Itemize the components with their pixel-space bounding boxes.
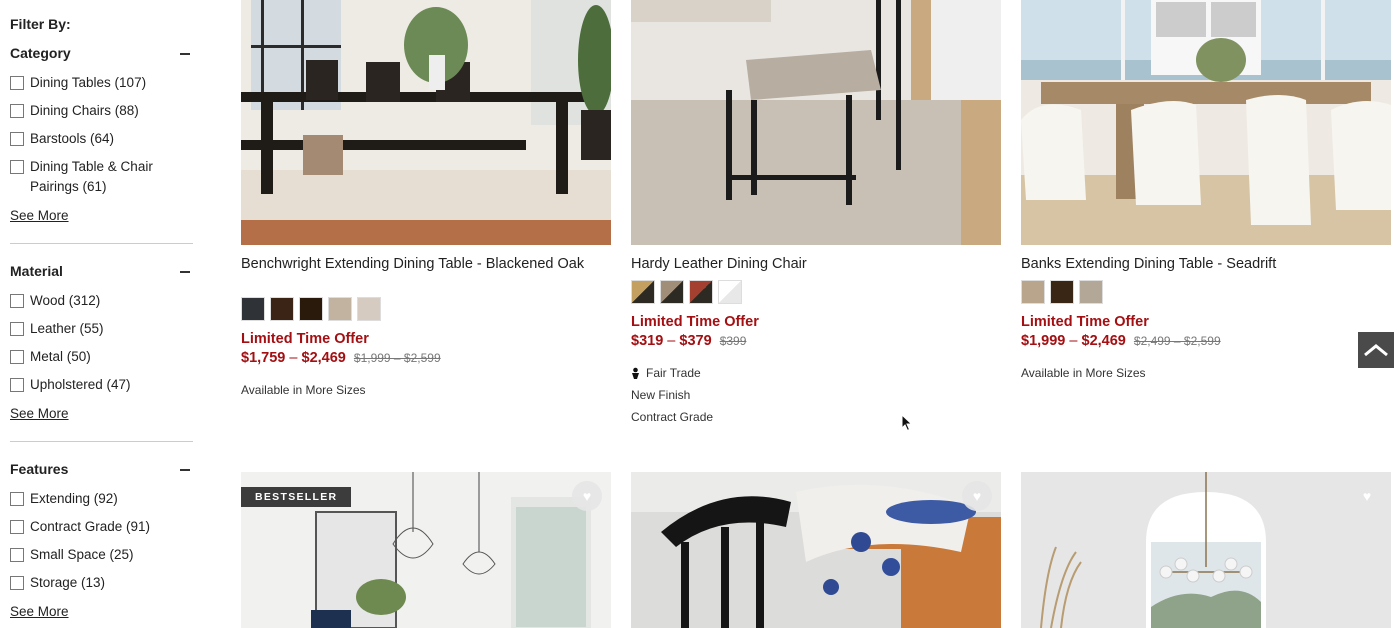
price-high: $2,469 [301, 350, 346, 366]
filter-option-upholstered[interactable]: Upholstered (47) [10, 377, 131, 395]
price-high: $379 [679, 333, 712, 349]
price-range: $1,999 – $2,469 $2,499 – $2,599 [1021, 333, 1221, 349]
feature-note: New Finish [631, 388, 691, 402]
checkbox[interactable] [10, 378, 24, 392]
material-section-title[interactable]: Material [10, 263, 63, 279]
product-name[interactable]: Benchwright Extending Dining Table - Bla… [241, 256, 606, 273]
product-image-chandelier[interactable]: ♥ [1021, 472, 1391, 628]
price-high: $2,469 [1081, 333, 1126, 349]
color-swatch[interactable] [328, 297, 352, 321]
bestseller-badge: BESTSELLER [241, 487, 352, 507]
price-range: $1,759 – $2,469 $1,999 – $2,599 [241, 350, 441, 366]
color-swatch[interactable] [660, 280, 684, 304]
checkbox[interactable] [10, 76, 24, 90]
checkbox[interactable] [10, 160, 24, 174]
price-separator: – [1069, 333, 1078, 349]
fair-trade-icon [631, 367, 640, 380]
features-collapse-icon[interactable] [178, 463, 192, 477]
original-price: $399 [719, 334, 747, 348]
original-price: $1,999 – $2,599 [353, 351, 441, 365]
color-swatch[interactable] [689, 280, 713, 304]
filter-sidebar: Filter By: Category Dining Tables (107) … [0, 0, 210, 628]
limited-time-offer: Limited Time Offer [1021, 314, 1149, 330]
checkbox[interactable] [10, 294, 24, 308]
color-swatch[interactable] [241, 297, 265, 321]
filter-option-dining-chairs[interactable]: Dining Chairs (88) [10, 103, 139, 121]
swatch-row [1021, 280, 1103, 304]
swatch-row [241, 297, 381, 321]
back-to-top-button[interactable] [1358, 332, 1394, 368]
heart-icon[interactable]: ♥ [1352, 481, 1382, 511]
filter-option-extending[interactable]: Extending (92) [10, 491, 118, 509]
product-image-benchwright-table[interactable] [241, 0, 611, 245]
price-low: $1,759 [241, 350, 286, 366]
checkbox[interactable] [10, 520, 24, 534]
filter-option-table-chair-pairings[interactable]: Dining Table & Chair Pairings (61) [10, 159, 180, 197]
checkbox[interactable] [10, 104, 24, 118]
availability-note: Available in More Sizes [1021, 366, 1146, 380]
category-section-title[interactable]: Category [10, 45, 71, 61]
category-collapse-icon[interactable] [178, 47, 192, 61]
checkbox[interactable] [10, 322, 24, 336]
color-swatch[interactable] [299, 297, 323, 321]
material-collapse-icon[interactable] [178, 265, 192, 279]
features-section-title[interactable]: Features [10, 461, 68, 477]
limited-time-offer: Limited Time Offer [241, 331, 369, 347]
features-see-more-link[interactable]: See More [10, 604, 69, 619]
color-swatch[interactable] [631, 280, 655, 304]
heart-icon[interactable]: ♥ [572, 481, 602, 511]
checkbox[interactable] [10, 132, 24, 146]
filter-option-dining-tables[interactable]: Dining Tables (107) [10, 75, 146, 93]
checkbox[interactable] [10, 576, 24, 590]
limited-time-offer: Limited Time Offer [631, 314, 759, 330]
product-image-pendant-light[interactable]: BESTSELLER ♥ [241, 472, 611, 628]
availability-note: Available in More Sizes [241, 383, 366, 397]
product-image-black-chair[interactable]: ♥ [631, 472, 1001, 628]
filter-option-metal[interactable]: Metal (50) [10, 349, 91, 367]
swatch-row [631, 280, 742, 304]
mouse-cursor-icon [901, 413, 913, 437]
filter-option-leather[interactable]: Leather (55) [10, 321, 104, 339]
checkbox[interactable] [10, 350, 24, 364]
color-swatch[interactable] [270, 297, 294, 321]
color-swatch[interactable] [1079, 280, 1103, 304]
price-low: $1,999 [1021, 333, 1066, 349]
filter-heading: Filter By: [10, 16, 71, 32]
divider [10, 441, 193, 442]
color-swatch[interactable] [718, 280, 742, 304]
checkbox[interactable] [10, 548, 24, 562]
filter-option-contract-grade[interactable]: Contract Grade (91) [10, 519, 150, 537]
color-swatch[interactable] [357, 297, 381, 321]
category-see-more-link[interactable]: See More [10, 208, 69, 223]
filter-option-storage[interactable]: Storage (13) [10, 575, 105, 593]
product-name[interactable]: Banks Extending Dining Table - Seadrift [1021, 256, 1386, 273]
filter-option-wood[interactable]: Wood (312) [10, 293, 100, 311]
product-image-banks-table[interactable] [1021, 0, 1391, 245]
product-image-hardy-chair[interactable] [631, 0, 1001, 245]
color-swatch[interactable] [1050, 280, 1074, 304]
filter-option-small-space[interactable]: Small Space (25) [10, 547, 134, 565]
material-see-more-link[interactable]: See More [10, 406, 69, 421]
price-separator: – [289, 350, 298, 366]
price-low: $319 [631, 333, 664, 349]
price-range: $319 – $379 $399 [631, 333, 746, 349]
feature-note: Contract Grade [631, 410, 714, 424]
chevron-up-icon [1364, 344, 1388, 357]
filter-option-barstools[interactable]: Barstools (64) [10, 131, 114, 149]
fair-trade-badge: Fair Trade [631, 366, 701, 380]
price-separator: – [667, 333, 676, 349]
fair-trade-label: Fair Trade [646, 366, 701, 380]
color-swatch[interactable] [1021, 280, 1045, 304]
heart-icon[interactable]: ♥ [962, 481, 992, 511]
divider [10, 243, 193, 244]
checkbox[interactable] [10, 492, 24, 506]
product-name[interactable]: Hardy Leather Dining Chair [631, 256, 996, 273]
original-price: $2,499 – $2,599 [1133, 334, 1221, 348]
